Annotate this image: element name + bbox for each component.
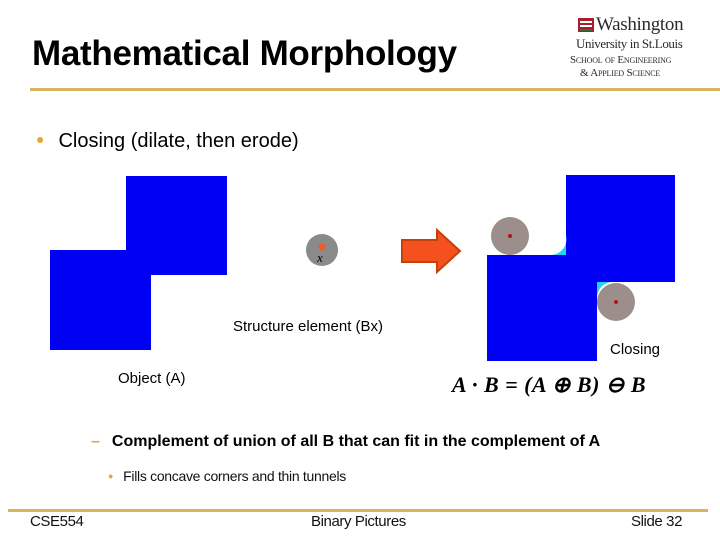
morphology-figure (50, 175, 675, 361)
structure-center-top-left (508, 234, 512, 238)
bullet-icon: ● (108, 471, 114, 481)
closing-formula: A · B = (A ⊕ B) ⊖ B (452, 372, 646, 397)
object-a-shape (50, 176, 227, 350)
footer-course: CSE554 (30, 513, 84, 530)
closing-result-shape (487, 175, 675, 361)
object-label: Object (A) (118, 370, 186, 387)
sub-bullet-item: – Complement of union of all B that can f… (91, 433, 600, 451)
filled-corner-top (551, 235, 567, 255)
footer-divider (8, 509, 708, 512)
sub-sub-bullet-item: ● Fills concave corners and thin tunnels (108, 468, 346, 484)
closing-label: Closing (610, 341, 661, 358)
structure-center-bottom-right (614, 300, 618, 304)
dash-icon: – (91, 433, 100, 450)
footer-topic: Binary Pictures (311, 513, 406, 530)
sub-bullet-text: Complement of union of all B that can fi… (111, 433, 601, 450)
right-arrow-icon (401, 227, 462, 275)
sub-sub-bullet-text: Fills concave corners and thin tunnels (123, 468, 346, 484)
object-a-bottom-square (50, 250, 151, 350)
closing-bottom-square (487, 255, 597, 361)
structure-point-label: x (317, 250, 323, 265)
structure-element-label: Structure element (Bx) (233, 318, 384, 335)
footer-slide-number: Slide 32 (631, 513, 683, 530)
